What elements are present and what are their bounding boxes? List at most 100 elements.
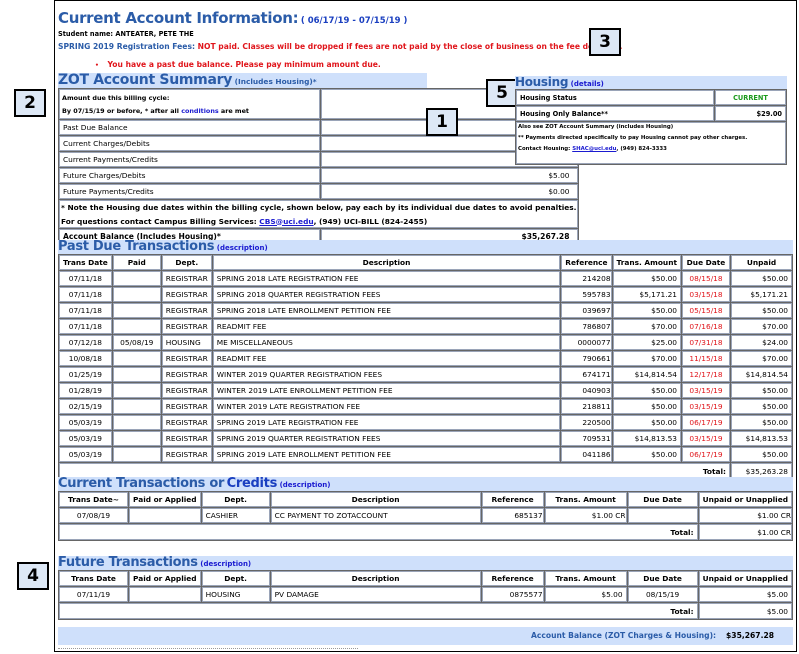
total-label: Total: (59, 524, 698, 540)
column-header: Reference (481, 571, 544, 586)
shac-email-link[interactable]: SHAC@uci.edu (572, 146, 616, 152)
due-date: 03/15/19 (682, 383, 730, 398)
account-balance-footer: Account Balance (ZOT Charges & Housing):… (58, 627, 793, 645)
summary-label: Future Charges/Debits (59, 168, 320, 183)
due-date: 03/15/19 (682, 399, 730, 414)
trans-date: 07/11/18 (59, 271, 112, 286)
zot-summary-header: ZOT Account Summary (Includes Housing)* (58, 73, 427, 88)
callout-5: 5 (486, 79, 518, 107)
unpaid: $50.00 (731, 415, 792, 430)
table-row: 07/11/19 HOUSING PV DAMAGE 0875577 $5.00… (59, 587, 792, 602)
trans-date: 02/15/19 (59, 399, 112, 414)
unpaid: $14,814.54 (731, 367, 792, 382)
paid-date (112, 415, 161, 430)
column-header: Due Date (682, 255, 730, 270)
due-date: 05/15/18 (682, 303, 730, 318)
callout-2: 2 (14, 89, 46, 117)
page-title-row: Current Account Information: ( 06/17/19 … (58, 9, 407, 27)
billing-contact-label: For questions contact Campus Billing Ser… (61, 216, 257, 226)
column-header: Due Date (627, 571, 698, 586)
trans-amount: $50.00 (612, 415, 681, 430)
cbs-email-link[interactable]: CBS@uci.edu (259, 217, 313, 226)
page-title: Current Account Information: (58, 9, 299, 27)
housing-notes: Also see ZOT Account Summary (includes H… (516, 122, 786, 164)
column-header: Dept. (161, 255, 212, 270)
footer-balance-label: Account Balance (ZOT Charges & Housing): (531, 631, 717, 640)
reference: 595783 (561, 287, 612, 302)
trans-amount: $70.00 (612, 351, 681, 366)
future-description-link[interactable]: (description) (200, 560, 251, 568)
dept: REGISTRAR (161, 303, 212, 318)
reference: 040903 (561, 383, 612, 398)
description: SPRING 2018 LATE ENROLLMENT PETITION FEE (212, 303, 561, 318)
paid-date (112, 319, 161, 334)
past-due-table: Trans Date Paid Dept. Description Refere… (58, 254, 793, 480)
past-due-description-link[interactable]: (description) (217, 244, 268, 252)
table-row: 01/28/19 REGISTRAR WINTER 2019 LATE ENROLL… (59, 383, 792, 398)
student-name: ANTEATER, PETE THE (115, 30, 194, 38)
registration-fees-label: SPRING 2019 Registration Fees: (58, 42, 196, 51)
trans-date: 05/03/19 (59, 431, 112, 446)
total-label: Total: (59, 603, 698, 619)
table-row: 05/03/19 REGISTRAR SPRING 2019 LATE ENROLL… (59, 447, 792, 462)
summary-label: Future Payments/Credits (59, 184, 320, 199)
due-date: 06/17/19 (682, 447, 730, 462)
conditions-link[interactable]: conditions (181, 107, 218, 115)
future-total-row: Total: $5.00 (59, 603, 792, 619)
total-value: $1.00 CR (698, 524, 792, 540)
column-header: Dept. (201, 571, 270, 586)
column-header: Reference (481, 492, 544, 507)
description: CC PAYMENT TO ZOTACCOUNT (270, 508, 481, 523)
unpaid: $50.00 (731, 447, 792, 462)
trans-amount: $50.00 (612, 447, 681, 462)
current-description-link[interactable]: (description) (280, 481, 331, 489)
due-date: 07/31/18 (682, 335, 730, 350)
column-header: Trans. Amount (612, 255, 681, 270)
housing-balance-row: Housing Only Balance** $29.00 (516, 106, 786, 121)
housing-contact: Contact Housing: SHAC@uci.edu, (949) 824… (518, 146, 784, 152)
zot-summary-title: ZOT Account Summary (58, 72, 233, 88)
housing-balance-value: $29.00 (715, 106, 786, 121)
trans-date: 07/11/19 (59, 587, 128, 602)
dept: REGISTRAR (161, 271, 212, 286)
bullet-icon: • (95, 62, 99, 69)
column-header: Description (270, 492, 481, 507)
trans-amount: $50.00 (612, 271, 681, 286)
account-page: Current Account Information: ( 06/17/19 … (54, 0, 797, 652)
future-header: Future Transactions (description) (58, 556, 793, 570)
paid-date: 05/08/19 (112, 335, 161, 350)
paid-date (112, 399, 161, 414)
column-header: Paid or Applied (129, 571, 201, 586)
trans-date: 07/11/18 (59, 287, 112, 302)
housing-details-link[interactable]: (details) (571, 80, 604, 88)
callout-number: 1 (436, 112, 448, 132)
reference: 218811 (561, 399, 612, 414)
table-row: 10/08/18 REGISTRAR READMIT FEE 790661 $70.00… (59, 351, 792, 366)
footer-fine-print (58, 648, 358, 650)
description: SPRING 2019 LATE REGISTRATION FEE (212, 415, 561, 430)
amount-due-by-date: By 07/15/19 or before, * after all (62, 106, 179, 115)
trans-date: 01/25/19 (59, 367, 112, 382)
reference: 214208 (561, 271, 612, 286)
column-header-sortable[interactable]: Trans Date~ (59, 492, 128, 507)
column-header: Trans. Amount (544, 571, 627, 586)
column-header: Unpaid or Unapplied (698, 492, 792, 507)
table-row: 07/11/18 REGISTRAR SPRING 2018 QUARTER REG… (59, 287, 792, 302)
dept: REGISTRAR (161, 287, 212, 302)
table-row: 05/03/19 REGISTRAR SPRING 2019 QUARTER REG… (59, 431, 792, 446)
reference: 685137 (481, 508, 544, 523)
description: READMIT FEE (212, 319, 561, 334)
housing-due-note: * Note the Housing due dates within the … (61, 202, 577, 212)
column-header: Trans Date (59, 255, 112, 270)
column-header: Description (212, 255, 561, 270)
reference: 674171 (561, 367, 612, 382)
housing-contact-phone: , (949) 824-3333 (616, 146, 667, 152)
column-header: Dept. (201, 492, 270, 507)
column-header: Paid (112, 255, 161, 270)
trans-date: 07/12/18 (59, 335, 112, 350)
summary-row: Current Payments/Credits$1.00 CR (59, 152, 579, 167)
due-date: 08/15/18 (682, 271, 730, 286)
current-total-row: Total: $1.00 CR (59, 524, 792, 540)
registration-fees-row: SPRING 2019 Registration Fees: NOT paid.… (58, 42, 622, 51)
trans-date: 07/11/18 (59, 303, 112, 318)
